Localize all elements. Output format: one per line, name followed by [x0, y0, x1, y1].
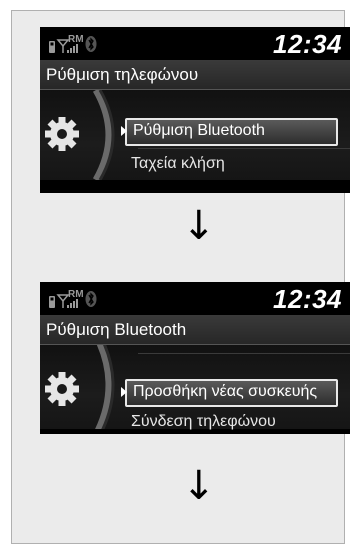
- status-icons: RM: [49, 289, 97, 308]
- phone-icon: [49, 296, 55, 308]
- menu-item-speed-dial[interactable]: Ταχεία κλήση: [125, 151, 338, 177]
- screen-header: Ρύθμιση τηλεφώνου: [40, 60, 350, 90]
- display-screen-2: RM 12:34 Ρύθμιση Bluetooth Προσθήκη νέας…: [40, 282, 350, 434]
- menu-item-connect-phone[interactable]: Σύνδεση τηλεφώνου: [125, 409, 338, 434]
- down-arrow-icon: ↓: [182, 463, 216, 509]
- menu-item-label: Ρύθμιση Bluetooth: [133, 122, 265, 139]
- bluetooth-icon: [85, 36, 97, 52]
- status-bar: RM 12:34: [40, 27, 350, 60]
- phone-icon: [49, 41, 55, 53]
- selection-cursor-icon: [121, 387, 127, 397]
- gear-icon: [45, 345, 115, 429]
- screen-bottom-band: [40, 183, 350, 193]
- menu-area: Ρύθμιση Bluetooth Ταχεία κλήση: [40, 90, 350, 180]
- clock: 12:34: [273, 29, 342, 59]
- gear-panel: [40, 345, 120, 429]
- menu-divider: [138, 353, 350, 354]
- clock: 12:34: [273, 284, 342, 314]
- menu-area: Προσθήκη νέας συσκευής Σύνδεση τηλεφώνου: [40, 345, 350, 430]
- menu-item-label: Σύνδεση τηλεφώνου: [131, 413, 276, 430]
- gear-panel: [40, 90, 120, 180]
- menu-item-add-new-device[interactable]: Προσθήκη νέας συσκευής: [121, 379, 338, 407]
- status-icons: RM: [49, 34, 97, 53]
- bluetooth-icon: [85, 291, 97, 307]
- down-arrow-icon: ↓: [182, 203, 216, 249]
- instruction-panel: RM 12:34 Ρύθμιση τηλεφώνου Ρύθμιση Bluet…: [11, 10, 350, 544]
- status-bar: RM 12:34: [40, 282, 350, 315]
- gear-icon: [45, 90, 115, 180]
- display-screen-1: RM 12:34 Ρύθμιση τηλεφώνου Ρύθμιση Bluet…: [40, 27, 350, 193]
- selection-cursor-icon: [121, 126, 127, 136]
- menu-divider: [138, 148, 350, 149]
- menu-item-label: Προσθήκη νέας συσκευής: [133, 383, 318, 400]
- screen-title: Ρύθμιση τηλεφώνου: [46, 65, 199, 84]
- menu-item-label: Ταχεία κλήση: [131, 155, 225, 172]
- screen-header: Ρύθμιση Bluetooth: [40, 315, 350, 345]
- network-label: RM: [68, 289, 84, 300]
- menu-item-bluetooth-settings[interactable]: Ρύθμιση Bluetooth: [121, 118, 338, 146]
- network-label: RM: [68, 34, 84, 45]
- screen-title: Ρύθμιση Bluetooth: [46, 320, 187, 339]
